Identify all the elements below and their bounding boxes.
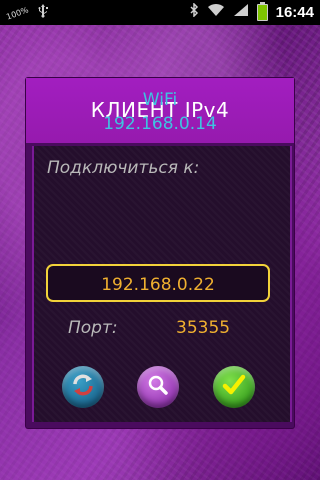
search-button[interactable]: [137, 366, 179, 408]
port-value[interactable]: 35355: [176, 318, 230, 338]
ok-button[interactable]: [213, 366, 255, 408]
signal-icon: [233, 3, 249, 21]
bluetooth-icon: [190, 2, 199, 21]
search-icon: [146, 373, 170, 401]
refresh-icon: [70, 372, 96, 402]
refresh-button[interactable]: [62, 366, 104, 408]
battery-icon: [256, 1, 268, 21]
status-bar: 100% 16:44: [0, 0, 320, 25]
port-label: Порт:: [68, 318, 118, 338]
wifi-icon: [207, 3, 225, 21]
battery-percent: 100%: [5, 4, 30, 22]
usb-icon: [37, 4, 49, 22]
connection-type: WiFi: [142, 90, 178, 110]
clock: 16:44: [275, 3, 314, 21]
local-ip-address: 192.168.0.14: [103, 114, 217, 134]
checkmark-icon: [221, 372, 247, 402]
connect-to-label: Подключиться к:: [47, 158, 200, 178]
server-ip-input[interactable]: 192.168.0.22: [46, 264, 270, 302]
